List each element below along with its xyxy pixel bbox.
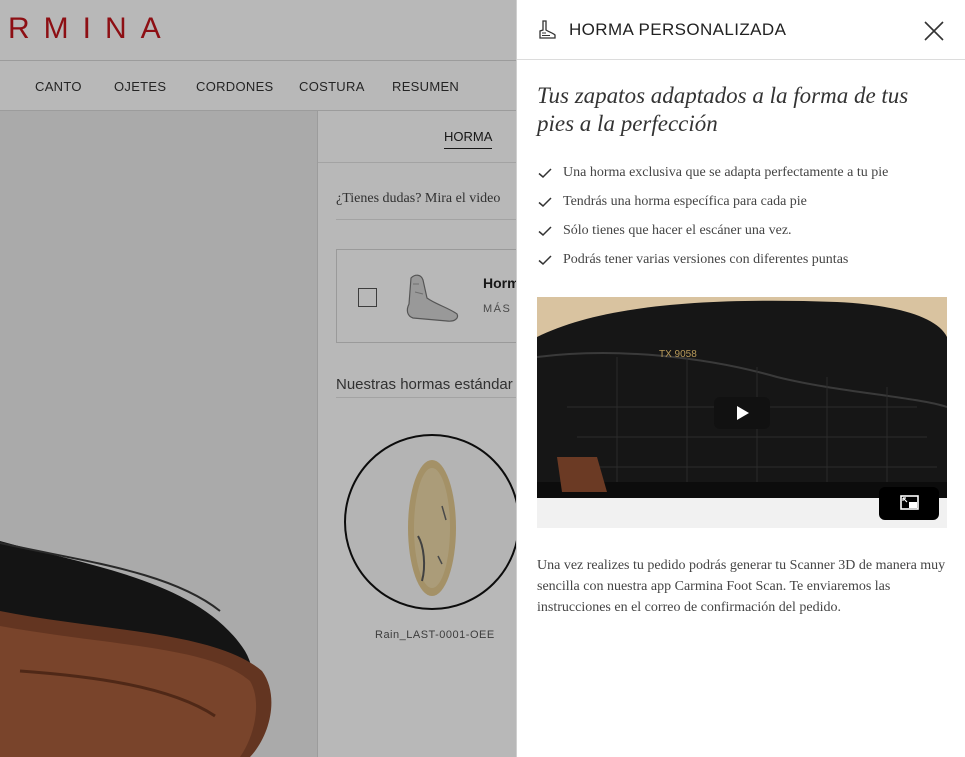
scanner-info-text: Una vez realizes tu pedido podrás genera… [537,558,946,615]
panel-header: HORMA PERSONALIZADA [517,0,965,60]
custom-last-panel: HORMA PERSONALIZADA Tus zapatos adaptado… [516,0,965,757]
panel-tagline: Tus zapatos adaptados a la forma de tus … [537,83,909,136]
benefit-text: Una horma exclusiva que se adapta perfec… [563,164,889,180]
close-icon[interactable] [922,19,946,43]
checkmark-icon [538,225,552,236]
benefit-item: Una horma exclusiva que se adapta perfec… [537,158,888,187]
panel-title: HORMA PERSONALIZADA [569,20,787,39]
checkmark-icon [538,254,552,265]
modal-backdrop[interactable] [0,0,516,757]
promo-video[interactable]: TX 9058 [537,297,947,528]
play-button[interactable] [714,397,770,429]
checkmark-icon [538,196,552,207]
video-stamp: TX 9058 [659,349,697,360]
benefit-text: Sólo tienes que hacer el escáner una vez… [563,222,792,238]
picture-in-picture-icon [900,495,919,510]
benefits-list: Una horma exclusiva que se adapta perfec… [537,158,888,274]
picture-in-picture-button[interactable] [879,487,939,520]
checkmark-icon [538,167,552,178]
foot-last-icon [539,20,556,39]
benefit-text: Podrás tener varias versiones con difere… [563,251,849,267]
benefit-text: Tendrás una horma específica para cada p… [563,193,807,209]
benefit-item: Sólo tienes que hacer el escáner una vez… [537,216,888,245]
play-icon [737,406,749,420]
benefit-item: Tendrás una horma específica para cada p… [537,187,888,216]
benefit-item: Podrás tener varias versiones con difere… [537,245,888,274]
